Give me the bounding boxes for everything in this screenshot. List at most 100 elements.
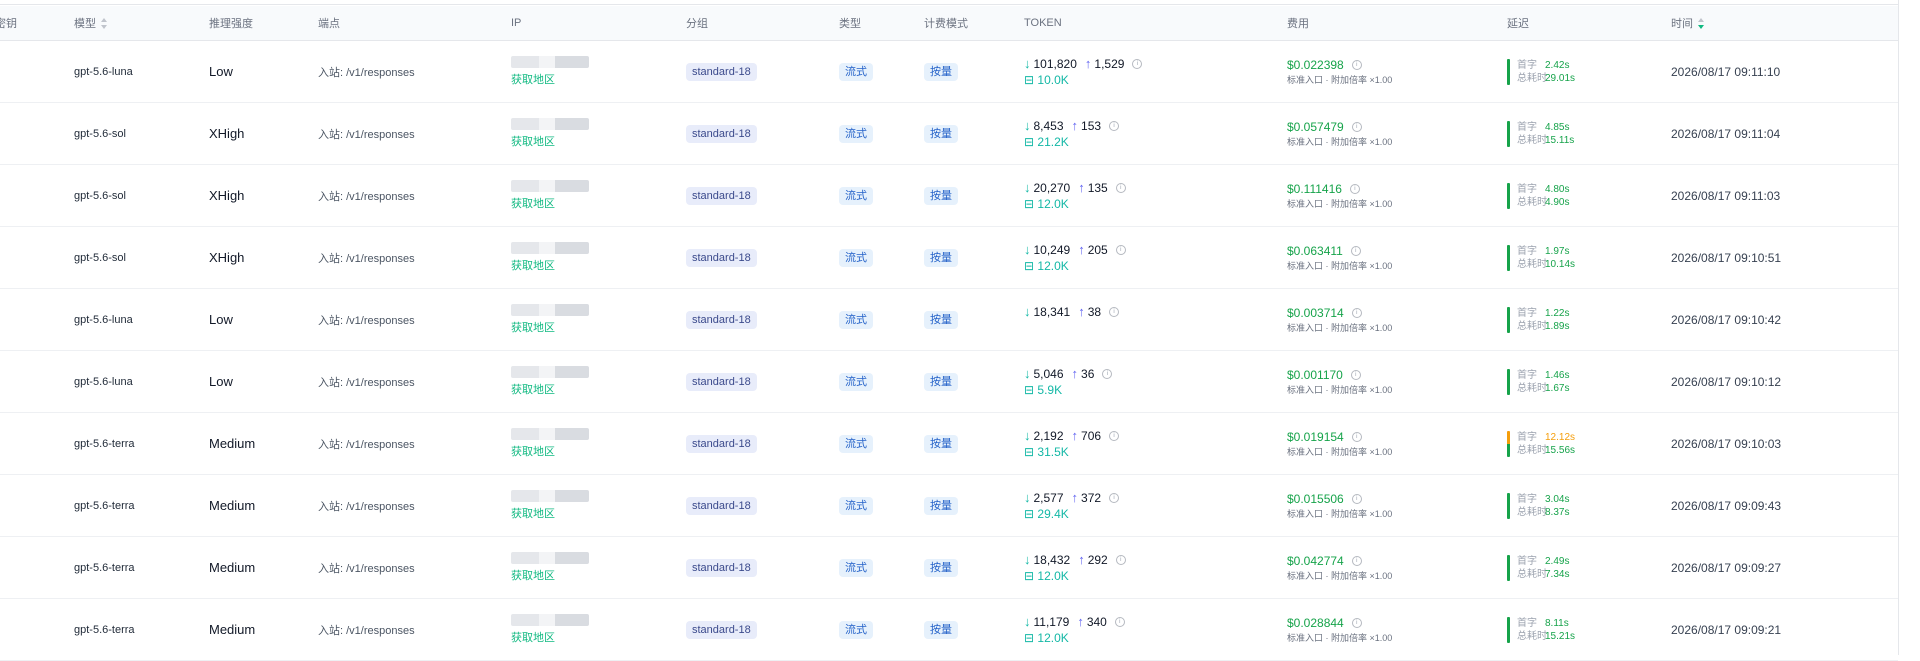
arrow-down-icon: ↓ [1024, 365, 1031, 381]
first-token-latency: 3.04s [1545, 493, 1570, 505]
table-row[interactable]: gpt-5.6-luna Low 入站: /v1/responses 获取地区 … [0, 288, 1898, 351]
info-icon[interactable]: i [1109, 306, 1120, 317]
input-tokens: 20,270 [1033, 180, 1071, 195]
token-io: ↓ 2,577 ↑ 372 i [1024, 490, 1287, 506]
total-time-label: 总耗时 [1517, 196, 1547, 208]
input-tokens: 8,453 [1033, 118, 1064, 133]
effort-cell: XHigh [209, 226, 318, 289]
model-name: gpt-5.6-luna [74, 313, 133, 326]
cache-icon: ⊟ [1024, 444, 1035, 459]
info-icon[interactable]: i [1349, 184, 1360, 195]
endpoint-cell: 入站: /v1/responses [318, 598, 511, 661]
info-icon[interactable]: i [1350, 246, 1361, 257]
cache-tokens: 12.0K [1037, 258, 1069, 273]
col-header-time[interactable]: 时间 [1671, 6, 1898, 41]
get-region-link[interactable]: 获取地区 [511, 446, 555, 458]
first-token-latency: 1.22s [1545, 307, 1570, 319]
get-region-link[interactable]: 获取地区 [511, 632, 555, 644]
get-region-link[interactable]: 获取地区 [511, 136, 555, 148]
get-region-link[interactable]: 获取地区 [511, 74, 555, 86]
total-latency: 10.14s [1545, 258, 1576, 270]
endpoint-cell: 入站: /v1/responses [318, 350, 511, 413]
model-name: gpt-5.6-terra [74, 561, 135, 574]
key-cell [0, 288, 74, 351]
input-tokens: 18,341 [1033, 304, 1071, 319]
type-cell: 流式 [839, 288, 924, 351]
model-name: gpt-5.6-sol [74, 251, 126, 264]
arrow-down-icon: ↓ [1024, 489, 1031, 505]
key-cell [0, 412, 74, 475]
total-latency: 4.90s [1545, 196, 1570, 208]
ip-cell: 获取地区 [511, 536, 686, 599]
table-row[interactable]: gpt-5.6-luna Low 入站: /v1/responses 获取地区 … [0, 40, 1898, 103]
endpoint-path: 入站: /v1/responses [318, 438, 415, 451]
table-row[interactable]: gpt-5.6-terra Medium 入站: /v1/responses 获… [0, 598, 1898, 661]
get-region-link[interactable]: 获取地区 [511, 198, 555, 210]
time-cell: 2026/08/17 09:09:21 [1671, 598, 1898, 661]
time-cell: 2026/08/17 09:11:10 [1671, 40, 1898, 103]
info-icon[interactable]: i [1109, 492, 1120, 503]
sort-icon[interactable] [1697, 18, 1705, 30]
token-cell: ↓ 18,432 ↑ 292 i ⊟ 12.0K [1024, 536, 1287, 599]
group-cell: standard-18 [686, 288, 839, 351]
table-row[interactable]: gpt-5.6-terra Medium 入站: /v1/responses 获… [0, 412, 1898, 475]
info-icon[interactable]: i [1109, 120, 1120, 131]
latency-cell: 首字 4.85s 总耗时15.11s [1507, 102, 1671, 165]
cost-cell: $0.111416 i 标准入口 · 附加倍率 ×1.00 [1287, 164, 1507, 227]
cost-cell: $0.019154 i 标准入口 · 附加倍率 ×1.00 [1287, 412, 1507, 475]
latency-block: 首字 1.22s 总耗时1.89s [1507, 306, 1671, 333]
endpoint-path: 入站: /v1/responses [318, 500, 415, 513]
cost-value: $0.019154 [1287, 429, 1344, 444]
cost-detail: 标准入口 · 附加倍率 ×1.00 [1287, 632, 1393, 643]
table-row[interactable]: gpt-5.6-sol XHigh 入站: /v1/responses 获取地区… [0, 226, 1898, 289]
info-icon[interactable]: i [1115, 244, 1126, 255]
info-icon[interactable]: i [1351, 494, 1362, 505]
reasoning-effort: Low [209, 312, 233, 327]
info-icon[interactable]: i [1114, 616, 1125, 627]
total-latency: 29.01s [1545, 72, 1576, 84]
info-icon[interactable]: i [1351, 122, 1362, 133]
cache-line: ⊟ 5.9K [1024, 382, 1287, 398]
model-name: gpt-5.6-luna [74, 65, 133, 78]
token-io: ↓ 11,179 ↑ 340 i [1024, 614, 1287, 630]
cache-tokens: 5.9K [1037, 382, 1063, 397]
info-icon[interactable]: i [1351, 556, 1362, 567]
table-row[interactable]: gpt-5.6-terra Medium 入站: /v1/responses 获… [0, 474, 1898, 537]
sort-icon[interactable] [100, 18, 108, 30]
get-region-link[interactable]: 获取地区 [511, 570, 555, 582]
input-tokens: 101,820 [1033, 56, 1077, 71]
first-token-latency: 12.12s [1545, 431, 1576, 443]
table-row[interactable]: gpt-5.6-sol XHigh 入站: /v1/responses 获取地区… [0, 102, 1898, 165]
info-icon[interactable]: i [1351, 432, 1362, 443]
info-icon[interactable]: i [1350, 370, 1361, 381]
info-icon[interactable]: i [1109, 430, 1120, 441]
table-row[interactable]: gpt-5.6-luna Low 入站: /v1/responses 获取地区 … [0, 350, 1898, 413]
info-icon[interactable]: i [1351, 60, 1362, 71]
get-region-link[interactable]: 获取地区 [511, 508, 555, 520]
request-time: 2026/08/17 09:10:12 [1671, 374, 1782, 389]
output-tokens: 340 [1086, 614, 1107, 629]
info-icon[interactable]: i [1351, 618, 1362, 629]
table-row[interactable]: gpt-5.6-terra Medium 入站: /v1/responses 获… [0, 536, 1898, 599]
latency-cell: 首字 8.11s 总耗时15.21s [1507, 598, 1671, 661]
get-region-link[interactable]: 获取地区 [511, 260, 555, 272]
group-cell: standard-18 [686, 164, 839, 227]
table-header-row: 密钥 模型 推理强度 端点 IP 分组 类型 计费模式 TOKEN 费用 延迟 … [0, 6, 1898, 41]
group-tag: standard-18 [686, 496, 757, 515]
latency-cell: 首字 1.97s 总耗时10.14s [1507, 226, 1671, 289]
reasoning-effort: XHigh [209, 126, 245, 141]
col-header-model[interactable]: 模型 [74, 6, 209, 41]
get-region-link[interactable]: 获取地区 [511, 384, 555, 396]
get-region-link[interactable]: 获取地区 [511, 322, 555, 334]
cost-cell: $0.042774 i 标准入口 · 附加倍率 ×1.00 [1287, 536, 1507, 599]
table-row[interactable]: gpt-5.6-sol XHigh 入站: /v1/responses 获取地区… [0, 164, 1898, 227]
info-icon[interactable]: i [1351, 308, 1362, 319]
ip-cell: 获取地区 [511, 102, 686, 165]
info-icon[interactable]: i [1102, 368, 1113, 379]
info-icon[interactable]: i [1115, 554, 1126, 565]
info-icon[interactable]: i [1132, 58, 1143, 69]
col-header-endpoint: 端点 [318, 6, 511, 41]
endpoint-cell: 入站: /v1/responses [318, 412, 511, 475]
info-icon[interactable]: i [1115, 182, 1126, 193]
total-latency: 15.11s [1545, 134, 1575, 146]
